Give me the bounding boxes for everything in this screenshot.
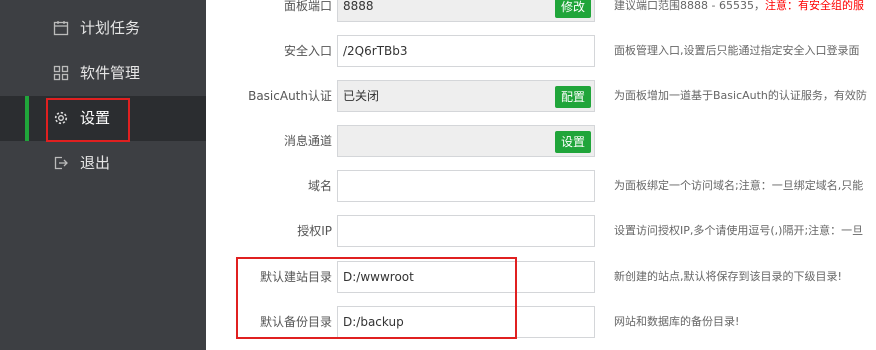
- backupdir-description: 网站和数据库的备份目录!: [614, 315, 740, 328]
- sidebar-item-software[interactable]: 软件管理: [0, 51, 206, 96]
- highlight-box-directories: [236, 257, 517, 339]
- basicauth-description: 为面板增加一道基于BasicAuth的认证服务，有效防: [614, 89, 867, 102]
- row-panel-port: 面板端口 8888 修改 建议端口范围8888 - 65535，注意：有安全组的…: [206, 0, 876, 26]
- message-settings-button[interactable]: 设置: [554, 131, 591, 153]
- entry-label: 安全入口: [283, 44, 332, 58]
- modify-port-button[interactable]: 修改: [554, 0, 591, 18]
- highlight-box-settings: [46, 98, 130, 142]
- message-label: 消息通道: [283, 134, 332, 148]
- message-channel-field[interactable]: 设置: [337, 125, 595, 157]
- basicauth-field[interactable]: 已关闭 配置: [337, 80, 595, 112]
- basicauth-label: BasicAuth认证: [248, 89, 332, 103]
- port-label: 面板端口: [283, 0, 332, 13]
- sidebar: 计划任务 软件管理 设置 退出: [0, 0, 206, 350]
- entry-description: 面板管理入口,设置后只能通过指定安全入口登录面: [614, 44, 860, 57]
- domain-label: 域名: [307, 179, 332, 193]
- row-auth-ip: 授权IP 设置访问授权IP,多个请使用逗号(,)隔开;注意：一旦: [206, 211, 876, 251]
- row-domain: 域名 为面板绑定一个访问域名;注意：一旦绑定域名,只能: [206, 166, 876, 206]
- domain-input[interactable]: [337, 170, 595, 202]
- basicauth-value: 已关闭: [343, 89, 380, 103]
- domain-description: 为面板绑定一个访问域名;注意：一旦绑定域名,只能: [614, 179, 864, 192]
- port-description: 建议端口范围8888 - 65535，注意：有安全组的服: [614, 0, 864, 12]
- row-security-entry: 安全入口 /2Q6rTBb3 面板管理入口,设置后只能通过指定安全入口登录面: [206, 31, 876, 71]
- sidebar-item-label: 退出: [80, 154, 111, 172]
- port-value: 8888: [343, 0, 374, 13]
- authip-label: 授权IP: [297, 224, 332, 238]
- sidebar-item-logout[interactable]: 退出: [0, 141, 206, 186]
- port-field[interactable]: 8888 修改: [337, 0, 595, 22]
- authip-description: 设置访问授权IP,多个请使用逗号(,)隔开;注意：一旦: [614, 224, 864, 237]
- sitedir-description: 新创建的站点,默认将保存到该目录的下级目录!: [614, 270, 842, 283]
- auth-ip-input[interactable]: [337, 215, 595, 247]
- port-warning: 注意：有安全组的服: [764, 0, 864, 12]
- row-basicauth: BasicAuth认证 已关闭 配置 为面板增加一道基于BasicAuth的认证…: [206, 76, 876, 116]
- logout-icon: [53, 155, 69, 171]
- entry-value: /2Q6rTBb3: [343, 44, 408, 58]
- sidebar-item-label: 软件管理: [80, 64, 141, 82]
- security-entry-input[interactable]: /2Q6rTBb3: [337, 35, 595, 67]
- sidebar-item-cron[interactable]: 计划任务: [0, 6, 206, 51]
- row-message-channel: 消息通道 设置: [206, 121, 876, 161]
- grid-icon: [53, 65, 69, 81]
- calendar-icon: [53, 20, 69, 36]
- configure-basicauth-button[interactable]: 配置: [554, 86, 591, 108]
- active-indicator: [25, 96, 29, 141]
- sidebar-item-label: 计划任务: [80, 19, 141, 37]
